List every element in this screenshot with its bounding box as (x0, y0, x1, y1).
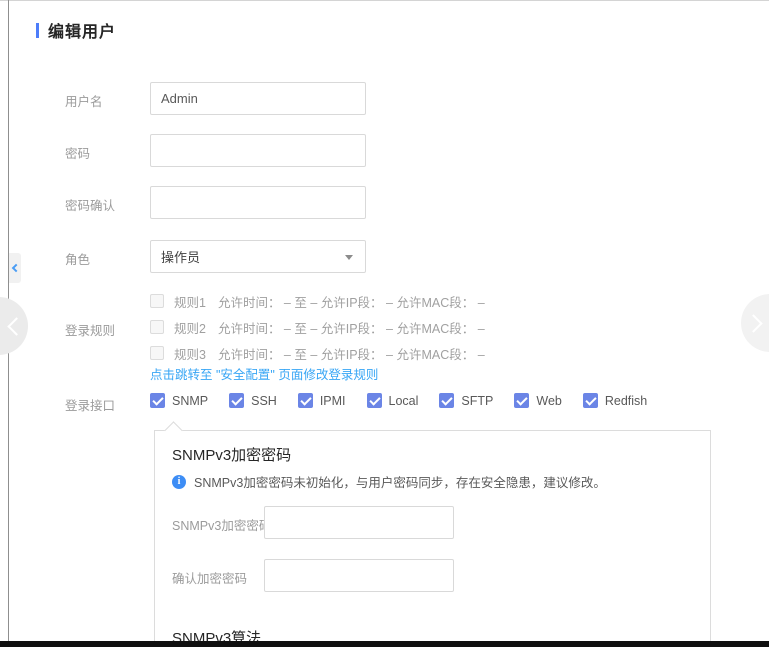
rule2-checkbox[interactable] (150, 320, 164, 334)
role-label: 角色 (65, 249, 90, 268)
check-icon (300, 394, 311, 405)
interface-option-redfish[interactable]: Redfish (583, 393, 647, 408)
checkbox-checked-icon[interactable] (229, 393, 244, 408)
rule3-checkbox[interactable] (150, 346, 164, 360)
snmpv3-panel-title: SNMPv3加密密码 (172, 444, 291, 465)
snmpv3-panel: SNMPv3加密密码 i SNMPv3加密密码未初始化，与用户密码同步，存在安全… (154, 430, 711, 647)
interface-option-label: Web (536, 394, 561, 408)
rule-name: 规则3 (174, 344, 206, 363)
password-confirm-label: 密码确认 (65, 195, 115, 214)
login-interface-label: 登录接口 (65, 395, 115, 414)
checkbox-checked-icon[interactable] (367, 393, 382, 408)
password-confirm-input[interactable] (150, 186, 366, 219)
interface-option-label: Redfish (605, 394, 647, 408)
rule-detail: 允许时间： – 至 – 允许IP段： – 允许MAC段： – (218, 292, 485, 311)
login-rules-label: 登录规则 (65, 320, 115, 339)
interface-option-sftp[interactable]: SFTP (439, 393, 493, 408)
chevron-left-icon (12, 264, 20, 272)
check-icon (517, 394, 528, 405)
rule1-checkbox[interactable] (150, 294, 164, 308)
carousel-left-button[interactable] (0, 297, 28, 355)
interface-option-label: SSH (251, 394, 277, 408)
rule-detail: 允许时间： – 至 – 允许IP段： – 允许MAC段： – (218, 318, 485, 337)
title-accent-bar (36, 23, 39, 38)
chevron-down-icon (345, 255, 353, 260)
snmpv3-password-confirm-input[interactable] (264, 559, 454, 592)
username-input[interactable] (150, 82, 366, 115)
check-icon (442, 394, 453, 405)
interface-option-snmp[interactable]: SNMP (150, 393, 208, 408)
rule-name: 规则2 (174, 318, 206, 337)
rule-detail: 允许时间： – 至 – 允许IP段： – 允许MAC段： – (218, 344, 485, 363)
check-icon (152, 394, 163, 405)
interface-option-label: Local (389, 394, 419, 408)
interface-option-local[interactable]: Local (367, 393, 419, 408)
snmpv3-notice-text: SNMPv3加密密码未初始化，与用户密码同步，存在安全隐患，建议修改。 (194, 472, 606, 491)
security-config-link[interactable]: 点击跳转至 "安全配置" 页面修改登录规则 (150, 364, 378, 383)
check-icon (231, 394, 242, 405)
checkbox-checked-icon[interactable] (514, 393, 529, 408)
interface-option-label: SFTP (461, 394, 493, 408)
rule-name: 规则1 (174, 292, 206, 311)
carousel-right-button[interactable] (741, 294, 769, 352)
snmpv3-password-confirm-label: 确认加密密码 (172, 568, 247, 587)
top-border (0, 0, 769, 1)
role-select-value: 操作员 (161, 247, 200, 266)
checkbox-checked-icon[interactable] (439, 393, 454, 408)
username-label: 用户名 (65, 91, 103, 110)
interface-option-web[interactable]: Web (514, 393, 561, 408)
snmpv3-notice: i SNMPv3加密密码未初始化，与用户密码同步，存在安全隐患，建议修改。 (172, 472, 606, 491)
checkbox-checked-icon[interactable] (150, 393, 165, 408)
info-icon: i (172, 475, 186, 489)
edit-user-page: 编辑用户 用户名 密码 密码确认 角色 操作员 登录规则 规则1 允许时间： –… (0, 0, 769, 647)
snmpv3-password-input[interactable] (264, 506, 454, 539)
check-icon (369, 394, 380, 405)
page-title: 编辑用户 (48, 18, 116, 42)
chevron-left-icon (7, 317, 25, 335)
snmpv3-password-label: SNMPv3加密密码 (172, 515, 271, 534)
interface-option-label: IPMI (320, 394, 346, 408)
interface-option-label: SNMP (172, 394, 208, 408)
page-header: 编辑用户 (36, 18, 116, 42)
login-interface-row: SNMP SSH IPMI Local SFTP Web Redfish (150, 393, 647, 408)
checkbox-checked-icon[interactable] (298, 393, 313, 408)
login-rule-row: 规则1 允许时间： – 至 – 允许IP段： – 允许MAC段： – (150, 288, 485, 314)
login-rule-row: 规则3 允许时间： – 至 – 允许IP段： – 允许MAC段： – (150, 340, 485, 366)
role-select[interactable]: 操作员 (150, 240, 366, 273)
password-input[interactable] (150, 134, 366, 167)
login-rule-row: 规则2 允许时间： – 至 – 允许IP段： – 允许MAC段： – (150, 314, 485, 340)
chevron-right-icon (744, 314, 762, 332)
checkbox-checked-icon[interactable] (583, 393, 598, 408)
interface-option-ipmi[interactable]: IPMI (298, 393, 346, 408)
panel-notch (164, 421, 182, 439)
interface-option-ssh[interactable]: SSH (229, 393, 277, 408)
check-icon (585, 394, 596, 405)
bottom-black-bar (0, 641, 769, 647)
password-label: 密码 (65, 143, 90, 162)
sidebar-collapse-tab[interactable] (9, 253, 21, 283)
